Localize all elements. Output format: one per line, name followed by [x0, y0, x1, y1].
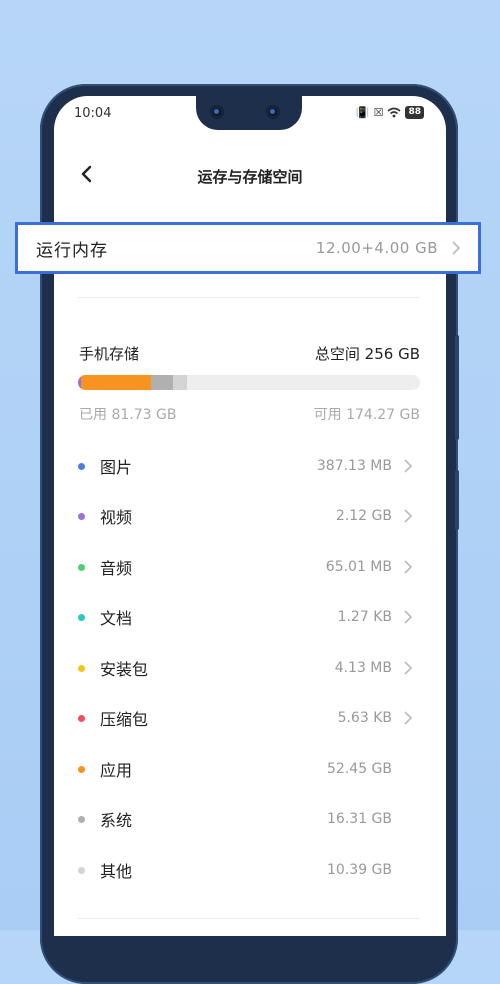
list-item[interactable]: 系统 16.31 GB [78, 805, 414, 833]
category-label: 音频 [100, 559, 133, 578]
status-time: 10:04 [74, 106, 112, 121]
ram-value: 12.00+4.00 GB [315, 239, 438, 257]
storage-usage-bar [78, 375, 420, 390]
bar-segment-system [151, 375, 173, 390]
category-label: 系统 [100, 811, 133, 830]
category-label: 压缩包 [100, 710, 149, 729]
list-item[interactable]: 视频 2.12 GB [78, 502, 414, 530]
page-title: 运存与存储空间 [197, 168, 303, 186]
list-item[interactable]: 其他 10.39 GB [78, 856, 414, 884]
front-camera-icon [266, 105, 280, 119]
category-size: 10.39 GB [327, 862, 392, 878]
category-size: 2.12 GB [335, 508, 392, 524]
category-color-dot [78, 512, 85, 520]
ram-row[interactable]: 运行内存 12.00+4.00 GB [15, 222, 481, 274]
power-button [455, 470, 459, 530]
category-label: 视频 [100, 508, 133, 527]
category-size: 1.27 KB [337, 609, 392, 625]
storage-used: 已用 81.73 GB [79, 407, 177, 423]
category-size: 16.31 GB [327, 811, 392, 827]
storage-label: 手机存储 [79, 345, 140, 363]
category-color-dot [78, 714, 85, 722]
list-item[interactable]: 应用 52.45 GB [78, 755, 414, 783]
category-color-dot [78, 462, 85, 470]
list-item[interactable]: 图片 387.13 MB [78, 452, 414, 480]
chevron-right-icon [452, 241, 461, 255]
chevron-right-icon [404, 560, 413, 574]
battery-icon: 88 [405, 106, 424, 119]
bar-segment-apps [81, 375, 151, 390]
wifi-icon [387, 107, 401, 118]
storage-total: 总空间 256 GB [314, 345, 420, 363]
list-item[interactable]: 安装包 4.13 MB [78, 654, 414, 682]
category-size: 387.13 MB [316, 458, 392, 474]
category-size: 5.63 KB [337, 710, 392, 726]
category-label: 文档 [100, 609, 133, 628]
chevron-right-icon [404, 661, 413, 675]
category-color-dot [78, 563, 85, 571]
chevron-right-icon [404, 610, 413, 624]
category-size: 4.13 MB [334, 660, 392, 676]
status-icons: 📳 ☒ 88 [356, 106, 424, 119]
category-label: 应用 [100, 761, 133, 780]
chevron-right-icon [404, 459, 413, 473]
category-label: 其他 [100, 862, 133, 881]
list-item[interactable]: 音频 65.01 MB [78, 553, 414, 581]
ram-label: 运行内存 [36, 240, 108, 261]
category-color-dot [78, 613, 85, 621]
front-camera-icon [210, 105, 224, 119]
chevron-right-icon [404, 509, 413, 523]
category-label: 安装包 [100, 660, 149, 679]
category-size: 65.01 MB [325, 559, 392, 575]
list-item[interactable]: 压缩包 5.63 KB [78, 704, 414, 732]
vibrate-icon: 📳 [355, 106, 370, 119]
storage-usage-summary: 已用 81.73 GB 可用 174.27 GB [79, 404, 420, 424]
bar-segment-other [173, 375, 187, 390]
category-color-dot [78, 815, 85, 823]
category-size: 52.45 GB [327, 761, 392, 777]
category-color-dot [78, 765, 85, 773]
category-label: 图片 [100, 458, 133, 477]
volume-button [455, 335, 459, 440]
divider [78, 918, 420, 919]
camera-notch [196, 96, 302, 130]
no-sim-icon: ☒ [373, 106, 384, 119]
chevron-right-icon [404, 711, 413, 725]
list-item[interactable]: 文档 1.27 KB [78, 603, 414, 631]
category-color-dot [78, 866, 85, 874]
divider [78, 297, 420, 298]
category-color-dot [78, 664, 85, 672]
storage-free: 可用 174.27 GB [313, 407, 420, 423]
storage-header: 手机存储 总空间 256 GB [79, 343, 420, 364]
